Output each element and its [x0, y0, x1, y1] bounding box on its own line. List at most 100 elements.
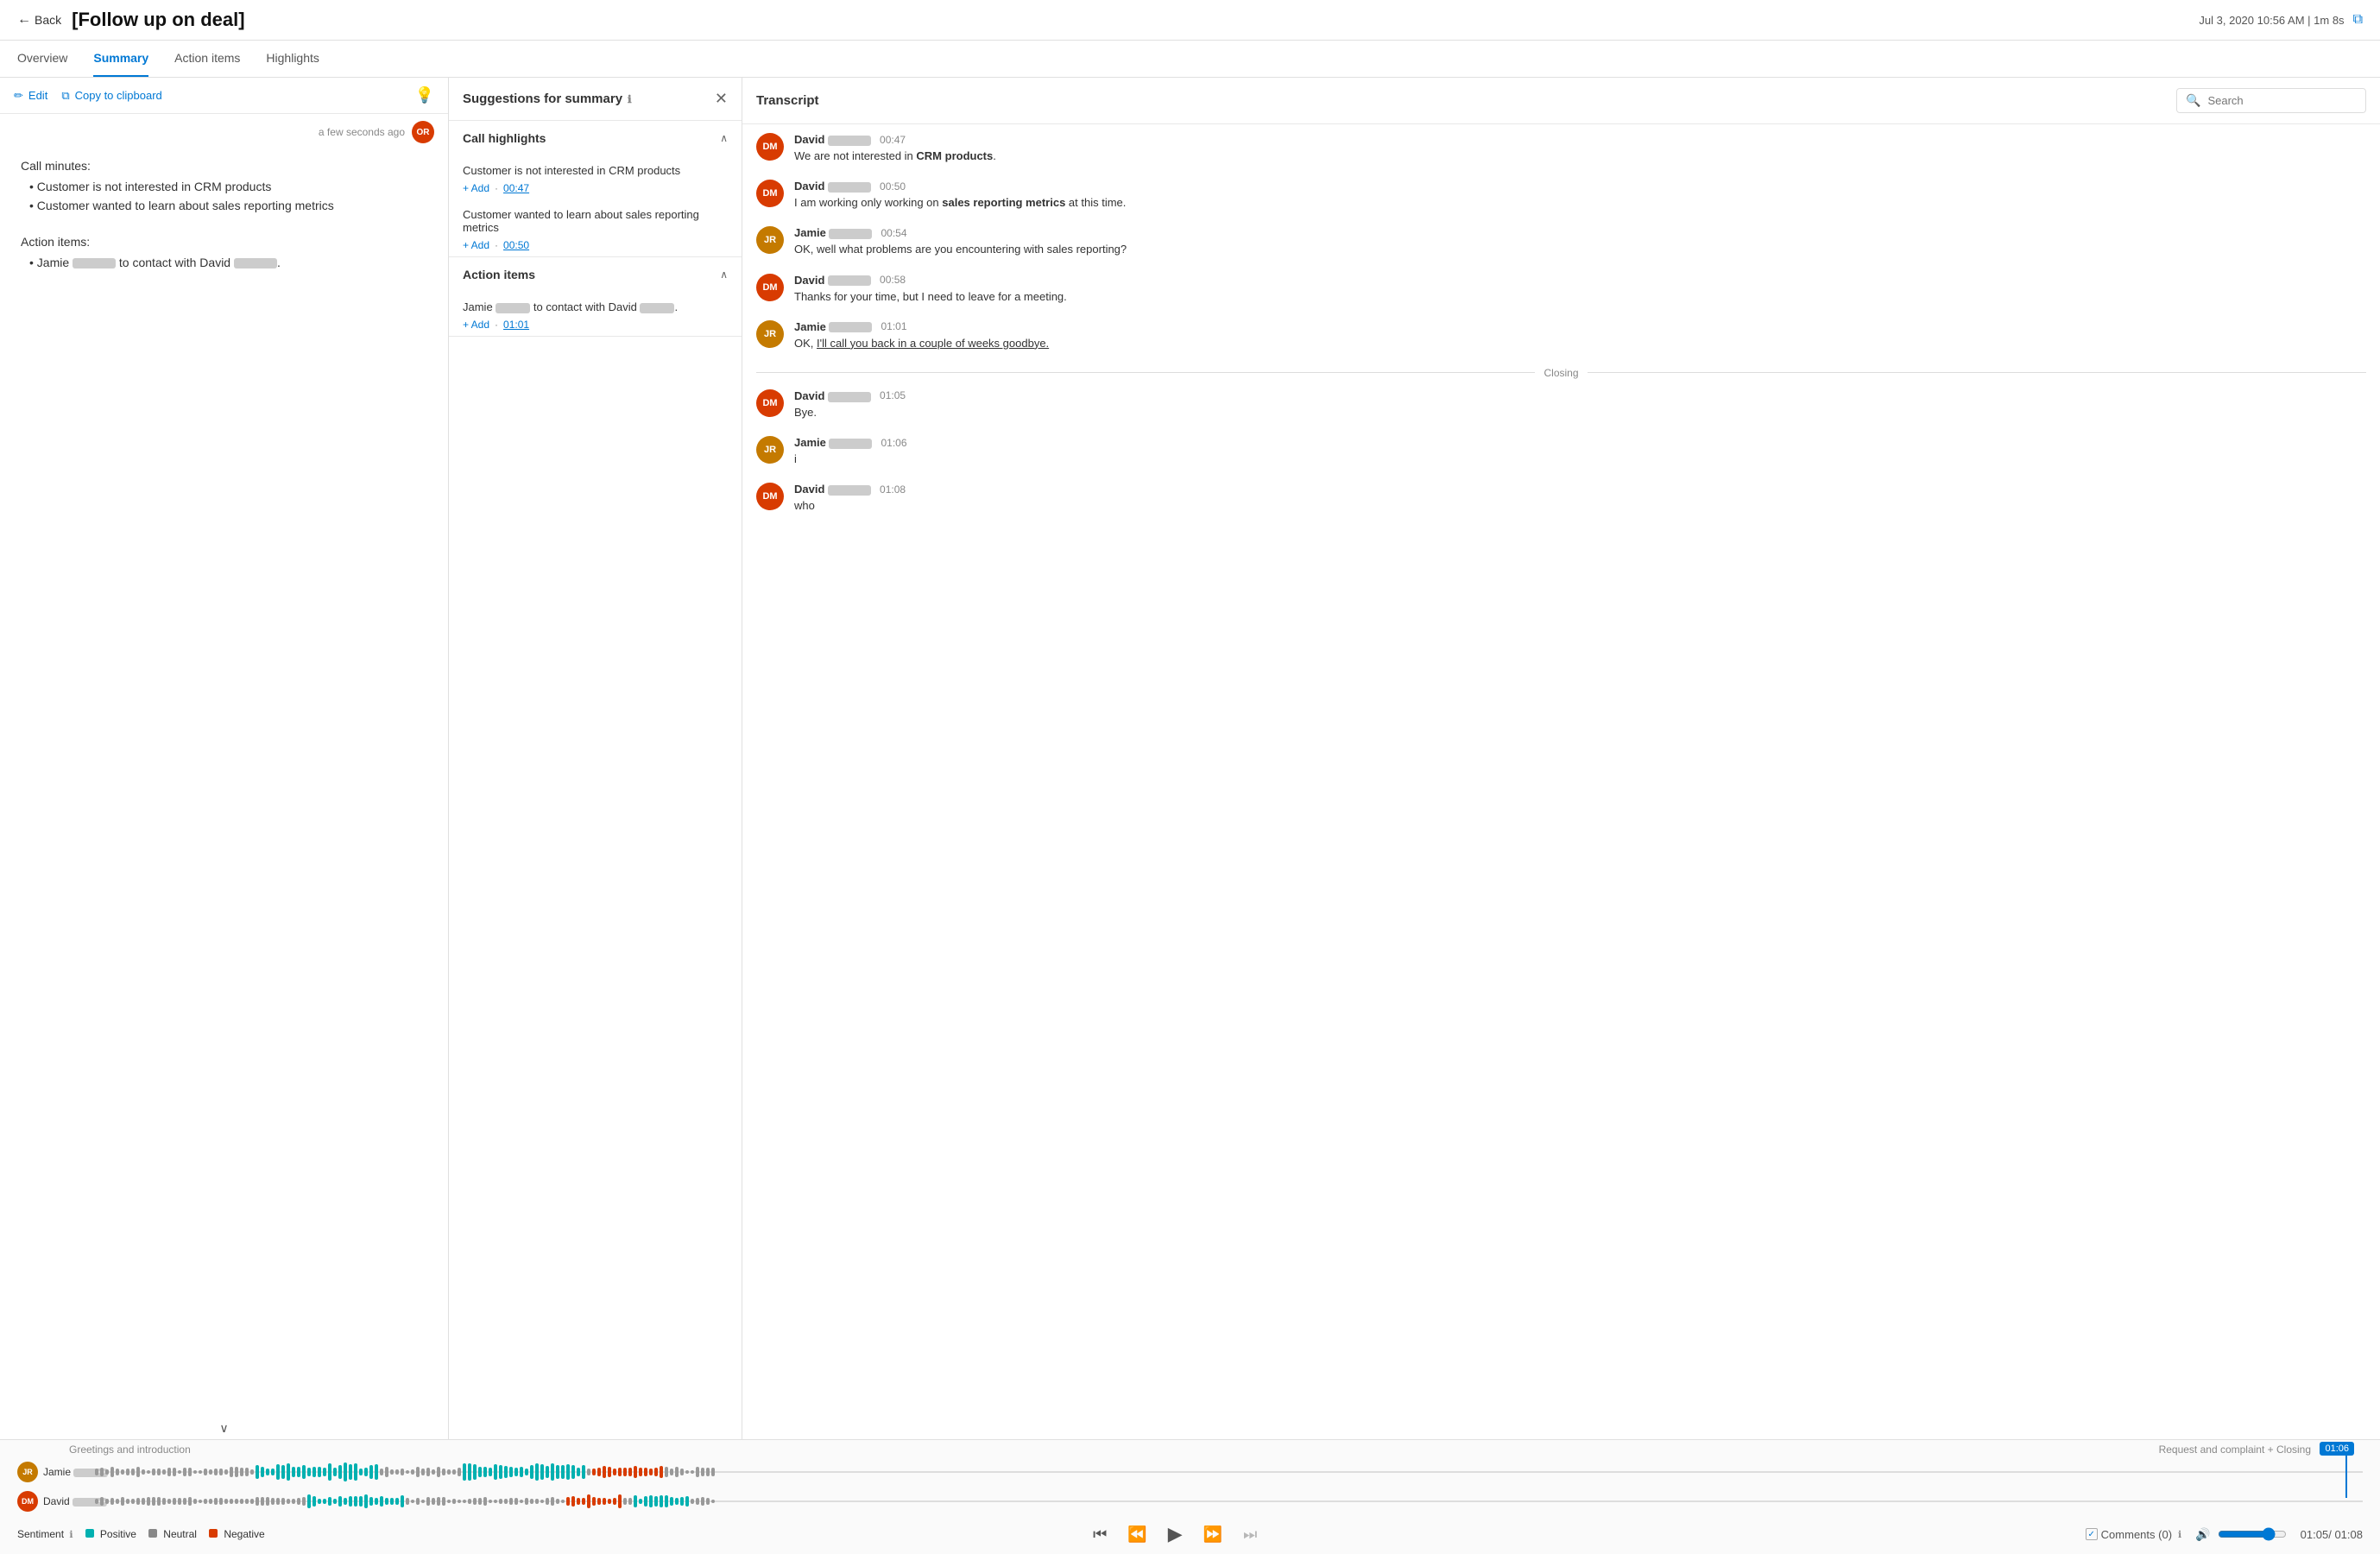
entry-text: I am working only working on sales repor…	[794, 195, 1126, 211]
tab-action-items[interactable]: Action items	[174, 41, 240, 77]
highlight-actions-2: + Add · 00:50	[463, 239, 728, 251]
info-icon: ℹ	[628, 93, 632, 105]
copy-icon-header[interactable]: ⧉	[2353, 12, 2363, 28]
transcript-entry: JR Jamie 00:54 OK, well what problems ar…	[756, 226, 2366, 257]
chevron-down-icon: ∨	[219, 1421, 228, 1436]
summary-bullet-2: • Customer wanted to learn about sales r…	[21, 199, 427, 212]
time-display: 01:05/ 01:08	[2301, 1528, 2363, 1541]
page-title: [Follow up on deal]	[72, 9, 244, 31]
suggestions-close-button[interactable]: ✕	[715, 90, 728, 108]
transcript-entry: DM David 00:47 We are not interested in …	[756, 133, 2366, 164]
waveform-track-jamie: JR Jamie 01:06	[0, 1456, 2380, 1485]
highlight-add-2[interactable]: + Add	[463, 239, 489, 251]
action-items-header[interactable]: Action items ∧	[449, 257, 742, 292]
entry-header: David 01:08	[794, 483, 906, 496]
highlight-actions-1: + Add · 00:47	[463, 182, 728, 194]
entry-meta: David 00:50 I am working only working on…	[794, 180, 1126, 211]
entry-meta: Jamie 01:06 i	[794, 436, 907, 467]
back-label: Back	[35, 13, 61, 27]
summary-toolbar: ✏ Edit ⧉ Copy to clipboard 💡	[0, 78, 448, 114]
highlight-item-2: Customer wanted to learn about sales rep…	[449, 199, 742, 256]
summary-meta: a few seconds ago OR	[0, 114, 448, 150]
entry-meta: David 01:08 who	[794, 483, 906, 514]
header: ← Back [Follow up on deal] Jul 3, 2020 1…	[0, 0, 2380, 41]
search-input[interactable]	[2207, 94, 2357, 107]
skip-to-start-button[interactable]: ⏮	[1089, 1522, 1110, 1547]
call-minutes-title: Call minutes:	[21, 159, 427, 173]
edit-label: Edit	[28, 89, 47, 102]
fast-forward-button[interactable]: ⏩	[1200, 1522, 1226, 1547]
volume-slider[interactable]	[2218, 1527, 2287, 1541]
divider-line	[1588, 372, 2366, 373]
waveform-david[interactable]	[95, 1488, 2363, 1514]
avatar-dm: DM	[756, 274, 784, 301]
avatar-jr: JR	[756, 320, 784, 348]
suggestions-button[interactable]: 💡	[415, 86, 434, 104]
transcript-entry: DM David 01:08 who	[756, 483, 2366, 514]
transcript-entry: DM David 01:05 Bye.	[756, 389, 2366, 420]
call-highlights-header[interactable]: Call highlights ∧	[449, 121, 742, 155]
positive-dot	[85, 1529, 94, 1538]
header-right: Jul 3, 2020 10:56 AM | 1m 8s ⧉	[2199, 12, 2363, 28]
copy-label: Copy to clipboard	[75, 89, 162, 102]
entry-meta: David 00:47 We are not interested in CRM…	[794, 133, 996, 164]
info-icon-sentiment: ℹ	[69, 1530, 73, 1540]
suggestions-panel: Suggestions for summary ℹ ✕ Call highlig…	[449, 78, 742, 1439]
entry-text: who	[794, 498, 906, 514]
action-items-section: Action items ∧ Jamie to contact with Dav…	[449, 257, 742, 337]
sentiment-positive: Positive	[85, 1528, 136, 1540]
highlight-time-1[interactable]: 00:47	[503, 182, 529, 194]
checkbox-icon: ✓	[2086, 1528, 2098, 1540]
tab-highlights[interactable]: Highlights	[266, 41, 319, 77]
transcript-search-box[interactable]: 🔍	[2176, 88, 2366, 113]
suggestions-content: Call highlights ∧ Customer is not intere…	[449, 121, 742, 1439]
right-controls: ✓ Comments (0) ℹ 🔊 01:05/ 01:08	[2086, 1527, 2363, 1542]
header-datetime: Jul 3, 2020 10:56 AM | 1m 8s	[2199, 14, 2344, 27]
info-icon-comments: ℹ	[2178, 1529, 2181, 1540]
edit-button[interactable]: ✏ Edit	[14, 89, 47, 103]
rewind-button[interactable]: ⏪	[1124, 1522, 1150, 1547]
call-highlights-section: Call highlights ∧ Customer is not intere…	[449, 121, 742, 257]
back-arrow-icon: ←	[17, 12, 31, 28]
entry-meta: David 01:05 Bye.	[794, 389, 906, 420]
copy-button[interactable]: ⧉ Copy to clipboard	[61, 89, 161, 103]
sentiment-row: Sentiment ℹ Positive Neutral Negative	[17, 1528, 265, 1540]
avatar-dm: DM	[756, 483, 784, 510]
copy-icon: ⧉	[61, 89, 69, 103]
transcript-entry: JR Jamie 01:06 i	[756, 436, 2366, 467]
comments-button[interactable]: ✓ Comments (0) ℹ	[2086, 1528, 2182, 1541]
playback-controls: ⏮ ⏪ ▶ ⏩ ⏭	[1089, 1519, 1260, 1549]
negative-dot	[209, 1529, 218, 1538]
highlight-time-2[interactable]: 00:50	[503, 239, 529, 251]
toolbar-left: ✏ Edit ⧉ Copy to clipboard	[14, 89, 162, 103]
highlight-add-1[interactable]: + Add	[463, 182, 489, 194]
transcript-entry: DM David 00:58 Thanks for your time, but…	[756, 274, 2366, 305]
avatar-dm: DM	[756, 180, 784, 207]
back-button[interactable]: ← Back	[17, 12, 61, 28]
play-button[interactable]: ▶	[1165, 1519, 1186, 1549]
tab-summary[interactable]: Summary	[93, 41, 148, 77]
avatar-dm-track: DM	[17, 1491, 38, 1512]
action-items-title: Action items:	[21, 235, 427, 249]
highlight-text-1: Customer is not interested in CRM produc…	[463, 164, 728, 177]
highlight-text-2: Customer wanted to learn about sales rep…	[463, 208, 728, 234]
entry-text: OK, I'll call you back in a couple of we…	[794, 336, 1049, 351]
transcript-title: Transcript	[756, 93, 819, 108]
highlight-item-1: Customer is not interested in CRM produc…	[449, 155, 742, 199]
entry-text: Thanks for your time, but I need to leav…	[794, 289, 1067, 305]
action-item-add-1[interactable]: + Add	[463, 319, 489, 331]
main-layout: ✏ Edit ⧉ Copy to clipboard 💡 a few secon…	[0, 78, 2380, 1439]
divider-label: Closing	[1544, 367, 1578, 379]
action-item-time-1[interactable]: 01:01	[503, 319, 529, 331]
entry-meta: Jamie 00:54 OK, well what problems are y…	[794, 226, 1127, 257]
neutral-dot	[148, 1529, 157, 1538]
collapse-button[interactable]: ∨	[0, 1418, 448, 1439]
avatar-dm: DM	[756, 389, 784, 417]
skip-to-end-button[interactable]: ⏭	[1240, 1522, 1260, 1547]
waveform-jamie[interactable]: 01:06	[95, 1459, 2363, 1485]
tab-overview[interactable]: Overview	[17, 41, 67, 77]
avatar-jr-track: JR	[17, 1462, 38, 1482]
comments-label: Comments (0)	[2101, 1528, 2172, 1541]
transcript-content: DM David 00:47 We are not interested in …	[742, 124, 2380, 1439]
entry-header: Jamie 01:06	[794, 436, 907, 449]
